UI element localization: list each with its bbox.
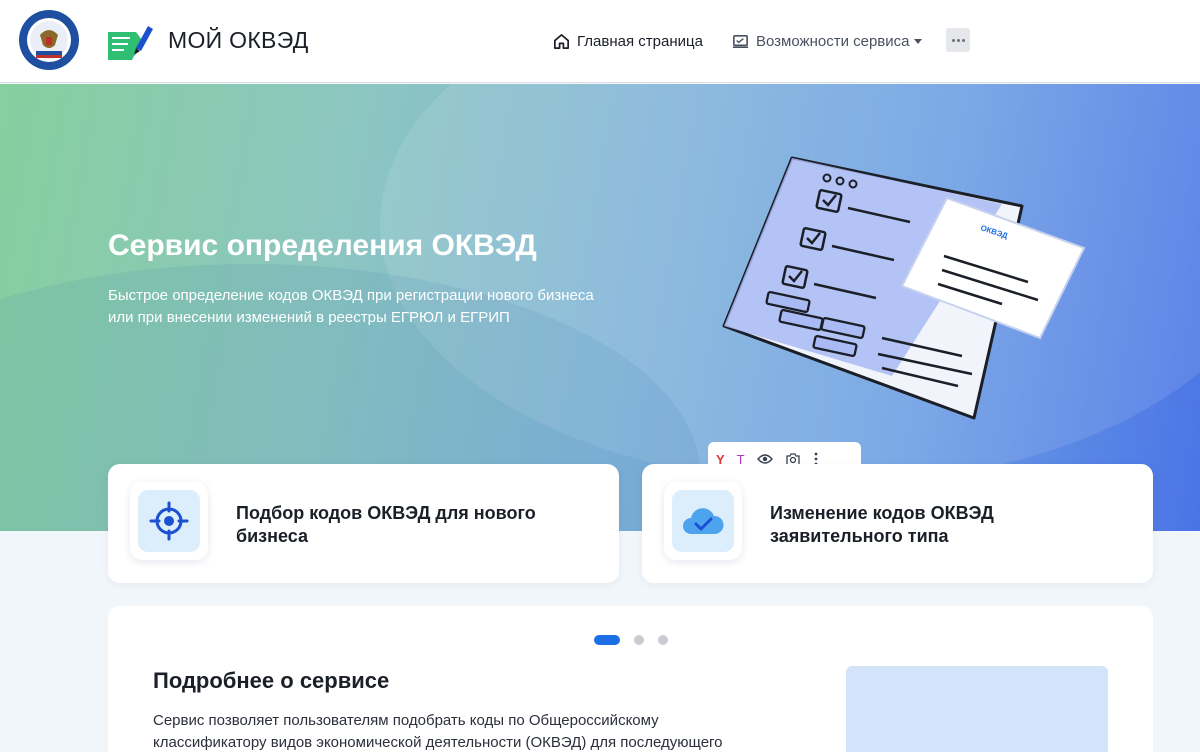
about-section: Подробнее о сервисе Сервис позволяет пол…: [108, 606, 1153, 752]
chevron-down-icon: [913, 39, 922, 44]
more-dot-icon: [961, 38, 965, 42]
carousel-pagination: [594, 635, 668, 645]
nav-home-label: Главная страница: [577, 32, 703, 50]
section-image-placeholder: [846, 666, 1108, 752]
more-dot-icon: [956, 38, 960, 42]
card-title: Изменение кодов ОКВЭД заявительного типа: [770, 503, 994, 546]
section-title: Подробнее о сервисе: [153, 668, 390, 693]
cloud-check-icon: [683, 508, 724, 534]
card-change-codes[interactable]: Изменение кодов ОКВЭД заявительного типа: [642, 464, 1153, 583]
carousel-dot-active[interactable]: [594, 635, 620, 645]
card-title: Подбор кодов ОКВЭД для нового бизнеса: [236, 503, 536, 546]
carousel-dot[interactable]: [634, 635, 644, 645]
fns-emblem-logo[interactable]: [18, 9, 80, 71]
site-header: МОЙ ОКВЭД Главная страница Возможности с…: [0, 0, 1200, 83]
target-icon: [149, 501, 189, 541]
hero-title: Сервис определения ОКВЭД: [108, 229, 537, 262]
card-icon-frame: [664, 482, 742, 560]
app-title[interactable]: МОЙ ОКВЭД: [168, 27, 309, 54]
document-checklist-illustration: ОКВЭД: [722, 156, 1086, 420]
more-menu-button[interactable]: [946, 28, 970, 52]
hero-subtitle: Быстрое определение кодов ОКВЭД при реги…: [108, 287, 594, 326]
section-text: Сервис позволяет пользователям подобрать…: [153, 712, 723, 751]
card-icon-frame: [130, 482, 208, 560]
nav-features-dropdown[interactable]: Возможности сервиса: [731, 29, 922, 53]
nav-home-link[interactable]: Главная страница: [552, 29, 703, 53]
nav-features-label: Возможности сервиса: [756, 32, 910, 50]
monitor-icon: [732, 34, 749, 48]
app-logo[interactable]: [106, 20, 154, 62]
more-dot-icon: [951, 38, 955, 42]
home-icon: [553, 33, 570, 49]
carousel-dot[interactable]: [658, 635, 668, 645]
card-new-business[interactable]: Подбор кодов ОКВЭД для нового бизнеса: [108, 464, 619, 583]
